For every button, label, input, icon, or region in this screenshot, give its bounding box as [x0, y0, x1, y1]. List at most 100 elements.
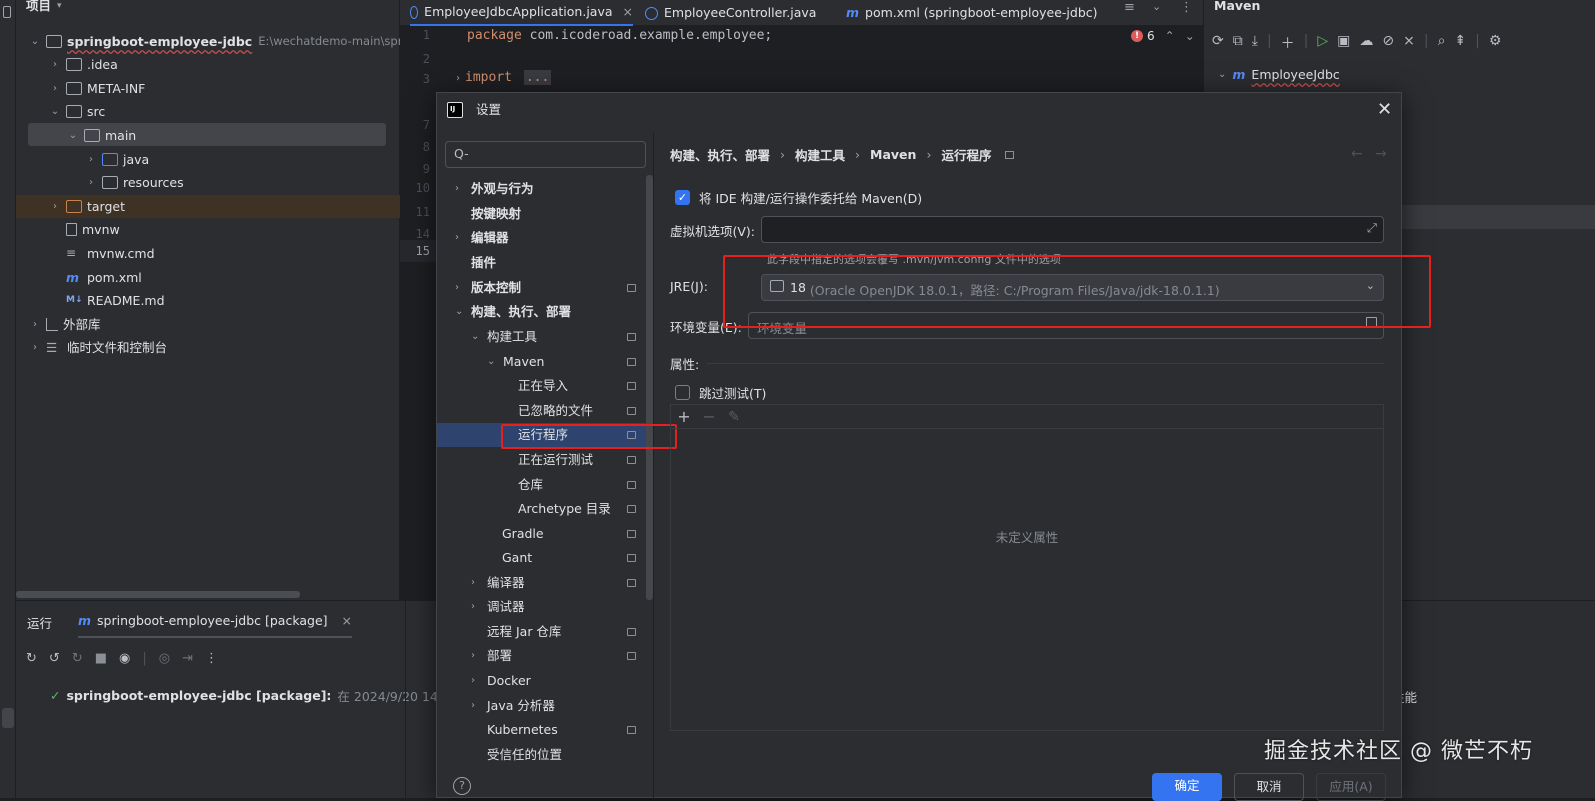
- stop-icon[interactable]: ■: [95, 651, 107, 666]
- restart-icon[interactable]: ↻: [72, 651, 83, 666]
- nav-item[interactable]: › 调试器: [437, 595, 653, 619]
- project-panel-header[interactable]: 项目 ▾: [26, 0, 62, 14]
- nav-item[interactable]: › Docker: [437, 669, 653, 693]
- nav-item[interactable]: 按键映射: [437, 202, 653, 226]
- tree-item[interactable]: ⌄ src: [48, 100, 105, 123]
- skip-tests-icon[interactable]: ⊘: [1382, 33, 1394, 53]
- collapse-icon[interactable]: ⨯: [1403, 33, 1415, 53]
- run-icon[interactable]: ▷: [1317, 33, 1328, 53]
- apply-button[interactable]: 应用(A): [1316, 773, 1386, 801]
- nav-item[interactable]: Archetype 目录: [437, 497, 653, 521]
- tree-item[interactable]: m pom.xml: [66, 266, 142, 289]
- analyze-icon[interactable]: ⌕: [1438, 33, 1446, 53]
- back-arrow-icon[interactable]: ←: [1351, 146, 1363, 162]
- delegate-checkbox-row[interactable]: ✓ 将 IDE 构建/运行操作委托给 Maven(D): [675, 188, 922, 207]
- nav-item[interactable]: 正在运行测试: [437, 448, 653, 472]
- tree-item[interactable]: › target: [48, 195, 125, 218]
- run-tool-icon[interactable]: [2, 708, 14, 728]
- nav-item[interactable]: ⌄ 构建、执行、部署: [437, 300, 653, 324]
- collapse-all-icon[interactable]: ⇞: [1454, 33, 1466, 53]
- forward-arrow-icon[interactable]: →: [1375, 146, 1387, 162]
- nav-item[interactable]: 插件: [437, 251, 653, 275]
- more-icon[interactable]: ⋮: [205, 651, 218, 666]
- run-tab-title[interactable]: 运行: [27, 613, 52, 632]
- code-line[interactable]: › import ...: [455, 70, 552, 85]
- checkbox-unchecked-icon[interactable]: [675, 385, 690, 400]
- tree-item[interactable]: › META-INF: [48, 77, 145, 100]
- nav-item[interactable]: Kubernetes: [437, 718, 653, 742]
- tree-item[interactable]: ⌄ main: [66, 124, 136, 147]
- help-icon[interactable]: ?: [453, 777, 471, 795]
- folded-imports[interactable]: ...: [523, 70, 552, 85]
- checkbox-checked-icon[interactable]: ✓: [675, 190, 690, 205]
- tree-item[interactable]: › java: [84, 148, 149, 171]
- nav-item[interactable]: › 外观与行为: [437, 177, 653, 201]
- nav-item[interactable]: ⌄ Maven: [437, 350, 653, 374]
- tree-item[interactable]: ≡ mvnw.cmd: [66, 242, 155, 265]
- nav-item[interactable]: 正在导入: [437, 374, 653, 398]
- remove-icon[interactable]: −: [699, 407, 719, 427]
- nav-item[interactable]: 已忽略的文件: [437, 399, 653, 423]
- chevron-down-icon[interactable]: ⌄: [1152, 0, 1161, 13]
- add-icon[interactable]: ＋: [1281, 33, 1295, 53]
- tree-item[interactable]: M↓ README.md: [66, 289, 165, 312]
- chevron-down-icon[interactable]: ⌄: [1185, 29, 1195, 43]
- nav-scrollbar[interactable]: [646, 175, 653, 600]
- tree-root[interactable]: ⌄ springboot-employee-jdbc E:\wechatdemo…: [28, 30, 428, 53]
- inspection-widget[interactable]: ! 6 ⌃ ⌄: [1131, 29, 1195, 43]
- add-icon[interactable]: +: [674, 407, 694, 427]
- breadcrumb-item[interactable]: 构建工具: [795, 145, 845, 164]
- tree-item[interactable]: mvnw: [66, 218, 120, 241]
- eye-icon[interactable]: ◉: [119, 651, 130, 666]
- chevron-up-icon[interactable]: ⌃: [1165, 29, 1175, 43]
- vm-options-field[interactable]: ⤢: [761, 216, 1384, 243]
- horizontal-scrollbar[interactable]: [16, 591, 300, 598]
- nav-item[interactable]: › 部署: [437, 644, 653, 668]
- maven-project-node[interactable]: ⌄ m EmployeeJdbc: [1218, 67, 1340, 82]
- project-tool-icon[interactable]: [3, 6, 11, 18]
- execute-goal-icon[interactable]: ▣: [1337, 33, 1350, 53]
- more-icon[interactable]: ⋮: [1180, 0, 1193, 15]
- nav-item[interactable]: › 编译器: [437, 571, 653, 595]
- edit-icon[interactable]: ✎: [724, 407, 744, 427]
- tree-item[interactable]: › .idea: [48, 53, 118, 76]
- tree-item[interactable]: › 外部库: [28, 313, 101, 336]
- nav-item[interactable]: 远程 Jar 仓库: [437, 620, 653, 644]
- tree-item[interactable]: › ☰ 临时文件和控制台: [28, 336, 167, 359]
- offline-icon[interactable]: ☁: [1359, 33, 1373, 53]
- camera-icon[interactable]: ◎: [159, 651, 170, 666]
- close-icon[interactable]: ×: [623, 0, 633, 24]
- nav-item[interactable]: 受信任的位置: [437, 743, 653, 767]
- close-icon[interactable]: ✕: [1377, 99, 1392, 120]
- code-line[interactable]: package com.icoderoad.example.employee;: [467, 28, 772, 43]
- reload-icon[interactable]: ⟳: [1212, 33, 1224, 53]
- nav-item[interactable]: › 版本控制: [437, 276, 653, 300]
- fold-icon[interactable]: ›: [455, 73, 461, 84]
- download-icon[interactable]: ⤓: [1252, 33, 1258, 53]
- run-config-tab[interactable]: m springboot-employee-jdbc [package] ×: [78, 613, 352, 638]
- nav-item[interactable]: › Java 分析器: [437, 694, 653, 718]
- expand-icon[interactable]: ⤢: [1367, 220, 1377, 236]
- nav-item[interactable]: Gant: [437, 546, 653, 570]
- reload-folder-icon[interactable]: ⧉: [1233, 33, 1243, 53]
- rerun-icon[interactable]: ↻: [26, 651, 37, 666]
- run-entry[interactable]: ✓ springboot-employee-jdbc [package]: 在 …: [50, 686, 458, 705]
- skip-tests-checkbox-row[interactable]: 跳过测试(T): [675, 383, 766, 402]
- cancel-button[interactable]: 取消: [1234, 773, 1304, 801]
- breadcrumb-item[interactable]: Maven: [870, 147, 916, 162]
- close-icon[interactable]: ×: [342, 613, 352, 628]
- tab-employeejdbcapplication[interactable]: EmployeeJdbcApplication.java ×: [410, 0, 633, 26]
- tab-employeecontroller[interactable]: EmployeeController.java: [645, 0, 816, 26]
- breadcrumb-item[interactable]: 构建、执行、部署: [670, 145, 770, 164]
- export-icon[interactable]: ⇥: [182, 651, 193, 666]
- settings-icon[interactable]: ⚙: [1489, 33, 1502, 53]
- nav-item[interactable]: 仓库: [437, 473, 653, 497]
- ok-button[interactable]: 确定: [1152, 773, 1222, 801]
- tab-list-icon[interactable]: ≡: [1124, 0, 1135, 15]
- nav-item[interactable]: ⌄ 构建工具: [437, 325, 653, 349]
- nav-item[interactable]: Gradle: [437, 522, 653, 546]
- rerun-failed-icon[interactable]: ↺: [49, 651, 60, 666]
- tree-item[interactable]: › resources: [84, 171, 184, 194]
- tab-pom[interactable]: m pom.xml (springboot-employee-jdbc): [846, 0, 1098, 26]
- nav-item[interactable]: › 编辑器: [437, 226, 653, 250]
